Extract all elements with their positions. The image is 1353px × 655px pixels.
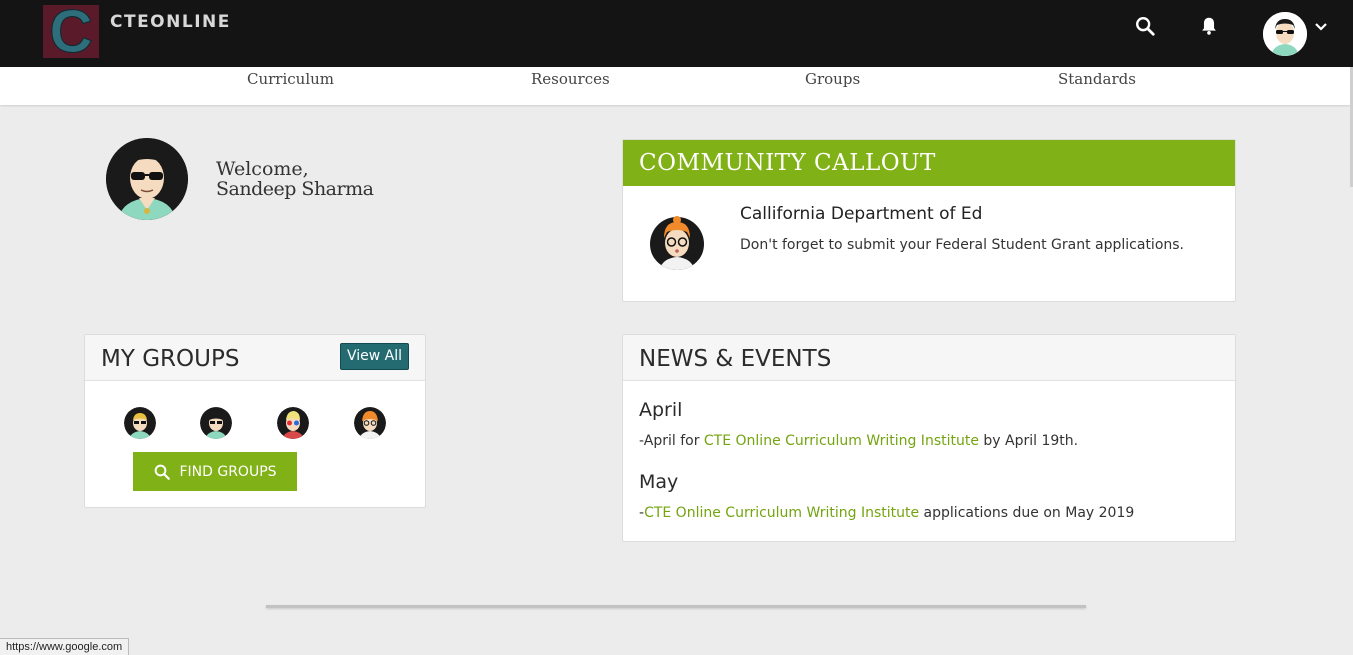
status-bar-url: https://www.google.com: [0, 638, 130, 655]
logo-letter: C: [49, 0, 93, 65]
find-groups-button[interactable]: FIND GROUPS: [133, 452, 297, 491]
callout-org: Callifornia Department of Ed: [740, 204, 983, 224]
news-events-title: NEWS & EVENTS: [623, 335, 1235, 381]
nav-groups[interactable]: Groups: [805, 70, 860, 88]
chevron-down-icon[interactable]: [1314, 20, 1328, 34]
bell-icon[interactable]: [1198, 15, 1220, 37]
nav-resources[interactable]: Resources: [531, 70, 610, 88]
search-icon: [155, 464, 171, 480]
news-item: -CTE Online Curriculum Writing Institute…: [639, 505, 1134, 521]
news-month: May: [639, 471, 679, 493]
find-groups-label: FIND GROUPS: [179, 463, 277, 480]
welcome-avatar: [106, 138, 188, 220]
group-avatar[interactable]: [277, 407, 309, 439]
view-all-button[interactable]: View All: [340, 343, 410, 370]
news-item: -April for CTE Online Curriculum Writing…: [639, 433, 1078, 449]
group-avatar[interactable]: [124, 407, 156, 439]
top-bar: C CTEONLINE: [0, 0, 1353, 67]
nav-standards[interactable]: Standards: [1058, 70, 1136, 88]
user-name: Sandeep Sharma: [216, 178, 374, 200]
news-suffix: applications due on May 2019: [919, 505, 1135, 521]
callout-avatar: [649, 214, 705, 270]
welcome-label: Welcome,: [216, 158, 309, 180]
news-suffix: by April 19th.: [978, 433, 1079, 449]
news-events-card: NEWS & EVENTS April -April for CTE Onlin…: [622, 334, 1236, 542]
main-nav: Curriculum Resources Groups Standards: [0, 67, 1350, 105]
group-avatar[interactable]: [200, 407, 232, 439]
news-month: April: [639, 399, 683, 421]
logo[interactable]: C: [43, 0, 99, 65]
nav-curriculum[interactable]: Curriculum: [247, 70, 334, 88]
divider: [266, 605, 1086, 608]
brand-name[interactable]: CTEONLINE: [110, 12, 231, 32]
community-callout-title: COMMUNITY CALLOUT: [623, 140, 1235, 186]
search-icon[interactable]: [1134, 15, 1156, 37]
my-groups-card: MY GROUPS View All FIND GROUPS: [84, 334, 426, 508]
welcome-block: Welcome, Sandeep Sharma: [216, 158, 374, 200]
callout-message: Don't forget to submit your Federal Stud…: [740, 237, 1185, 253]
news-link[interactable]: CTE Online Curriculum Writing Institute: [644, 505, 919, 521]
group-avatar[interactable]: [354, 407, 386, 439]
user-avatar[interactable]: [1263, 12, 1307, 56]
news-prefix: -April for: [639, 433, 704, 449]
community-callout-card: COMMUNITY CALLOUT Callifornia Department…: [622, 139, 1236, 302]
news-link[interactable]: CTE Online Curriculum Writing Institute: [704, 433, 979, 449]
